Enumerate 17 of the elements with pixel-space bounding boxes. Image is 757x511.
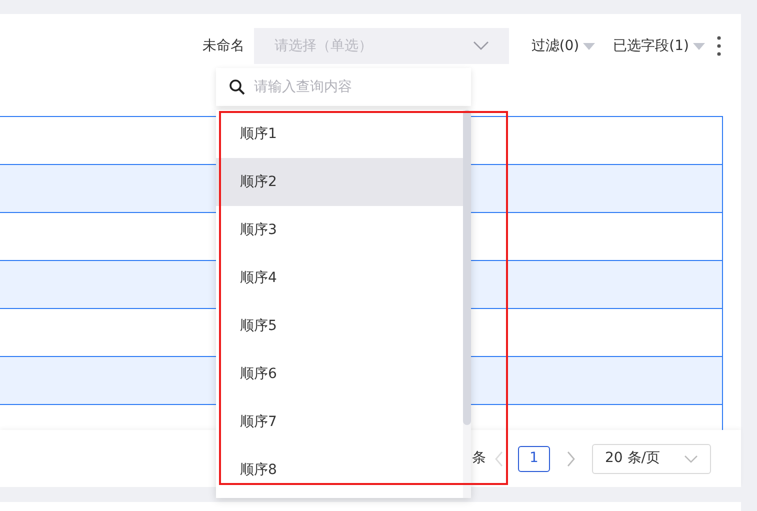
dropdown-option[interactable]: 顺序2 [216, 158, 463, 206]
next-page-icon[interactable] [566, 450, 576, 466]
total-label: 条 [472, 449, 486, 468]
chevron-down-icon [684, 454, 698, 462]
page-button[interactable]: 1 [518, 446, 550, 472]
filter-dropdown[interactable]: 过滤(0) [531, 36, 596, 56]
search-field[interactable]: 请输入查询内容 [216, 68, 471, 106]
chevron-down-icon [473, 41, 490, 51]
caret-icon [583, 42, 596, 50]
more-icon[interactable] [717, 36, 721, 56]
fields-dropdown[interactable]: 已选字段(1) [613, 36, 705, 56]
scrollbar-thumb[interactable] [463, 110, 471, 425]
page-size-select[interactable]: 20 条/页 [592, 444, 711, 474]
dropdown-option[interactable]: 顺序1 [216, 110, 463, 158]
search-icon [229, 79, 245, 95]
caret-icon [693, 42, 705, 50]
field-label: 未命名 [202, 36, 244, 56]
